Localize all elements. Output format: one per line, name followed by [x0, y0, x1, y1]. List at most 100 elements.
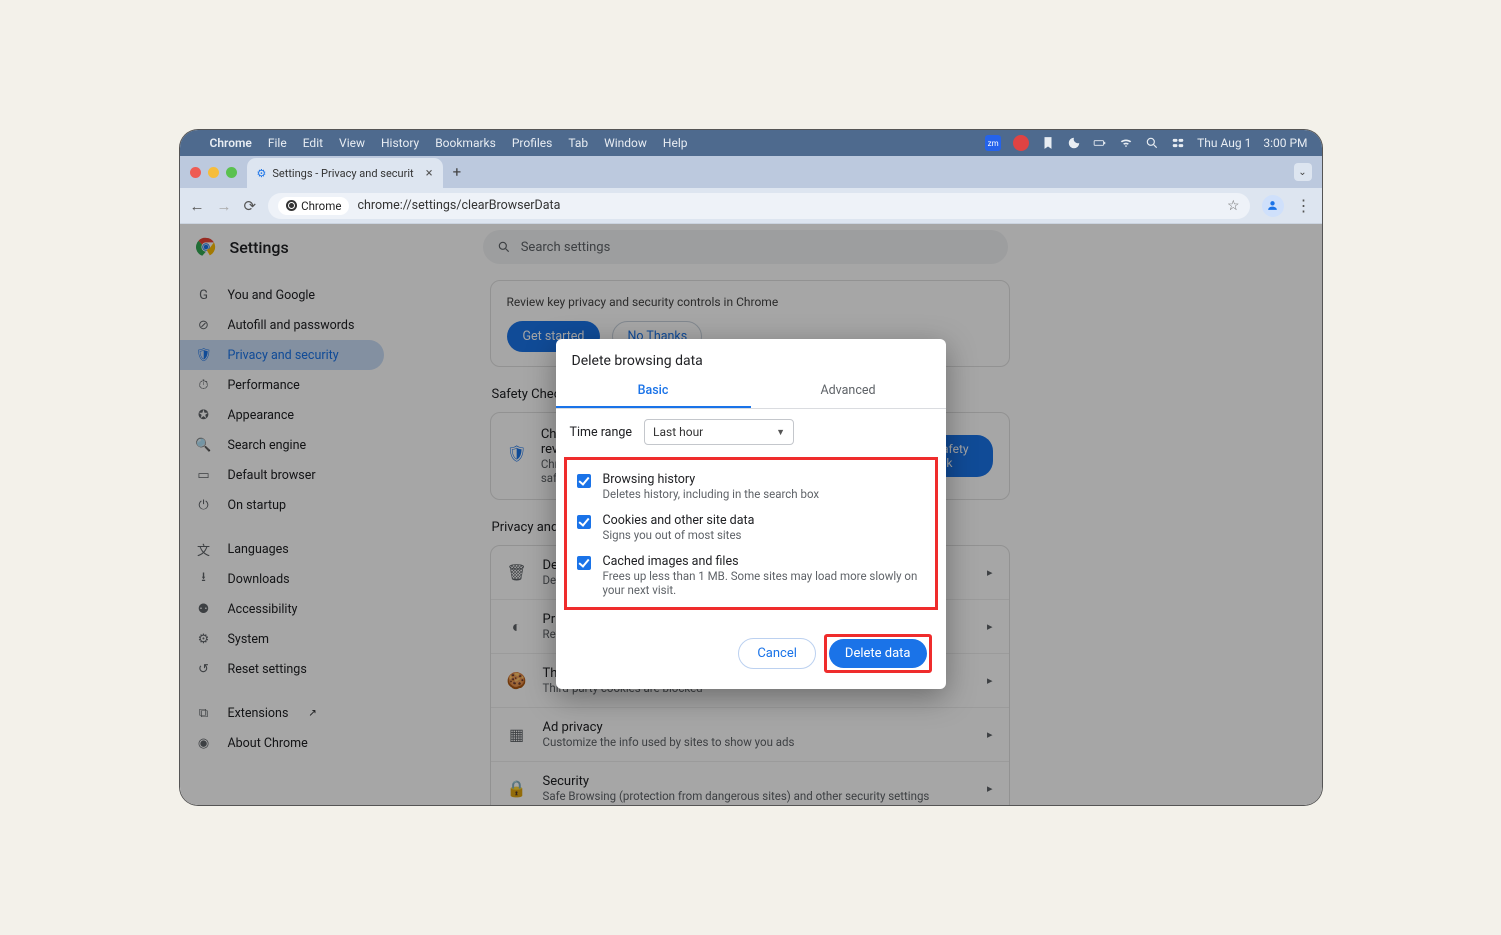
search-icon[interactable]	[1145, 136, 1159, 150]
profile-avatar[interactable]	[1262, 195, 1284, 217]
tab-basic[interactable]: Basic	[556, 375, 751, 408]
dialog-tabs: Basic Advanced	[556, 375, 946, 409]
sidebar-item-privacy[interactable]: 🛡Privacy and security	[180, 340, 384, 370]
wifi-icon[interactable]	[1119, 136, 1133, 150]
cancel-button[interactable]: Cancel	[738, 638, 816, 669]
menu-file[interactable]: File	[268, 136, 287, 150]
status-icon[interactable]	[1013, 135, 1029, 151]
key-icon: ⊘	[196, 318, 212, 333]
checkbox-icon[interactable]	[577, 515, 591, 529]
system-icon: ⚙	[196, 632, 212, 647]
menu-help[interactable]: Help	[663, 136, 688, 150]
sidebar-item-on-startup[interactable]: ⏻On startup	[180, 490, 384, 520]
menubar-date[interactable]: Thu Aug 1	[1197, 136, 1251, 150]
chevron-right-icon: ▸	[987, 674, 993, 687]
checkbox-icon[interactable]	[577, 556, 591, 570]
checklist-icon: ◐	[507, 617, 527, 637]
dialog-title: Delete browsing data	[556, 339, 946, 375]
checkbox-icon[interactable]	[577, 474, 591, 488]
minimize-window-button[interactable]	[208, 167, 219, 178]
back-button[interactable]: ←	[190, 197, 205, 215]
menubar-app[interactable]: Chrome	[210, 136, 252, 150]
reset-icon: ↺	[196, 662, 212, 677]
menu-edit[interactable]: Edit	[303, 136, 323, 150]
row-security[interactable]: 🔒SecuritySafe Browsing (protection from …	[491, 762, 1009, 805]
chevron-right-icon: ▸	[987, 782, 993, 795]
tab-title: Settings - Privacy and securit	[272, 167, 413, 180]
extension-icon: ⧉	[196, 706, 212, 721]
dropdown-arrow-icon: ▼	[776, 427, 785, 438]
search-settings-input[interactable]: Search settings	[483, 230, 1008, 264]
sidebar-item-reset[interactable]: ↺Reset settings	[180, 654, 384, 684]
checkbox-cached-images[interactable]: Cached images and filesFrees up less tha…	[573, 548, 929, 603]
accessibility-icon: ⚉	[196, 602, 212, 617]
external-link-icon: ↗	[308, 708, 316, 719]
menu-history[interactable]: History	[381, 136, 419, 150]
sidebar-item-performance[interactable]: ⏱Performance	[180, 370, 384, 400]
sidebar-item-search-engine[interactable]: 🔍Search engine	[180, 430, 384, 460]
shield-icon: 🛡	[507, 444, 527, 468]
url-bar: ← → ⟳ Chrome chrome://settings/clearBrow…	[180, 188, 1322, 224]
browser-icon: ▭	[196, 468, 212, 483]
download-icon: ⭳	[196, 568, 212, 590]
ad-icon: ▦	[507, 725, 527, 744]
browser-tab[interactable]: ⚙ Settings - Privacy and securit ×	[247, 158, 443, 188]
palette-icon: ✪	[196, 408, 212, 423]
annotation-checkbox-highlight: Browsing historyDeletes history, includi…	[564, 457, 938, 610]
annotation-delete-highlight: Delete data	[824, 634, 932, 673]
sidebar-item-extensions[interactable]: ⧉Extensions↗	[180, 698, 384, 728]
settings-title: Settings	[230, 238, 289, 257]
chrome-chip-icon	[286, 200, 297, 211]
menubar-time[interactable]: 3:00 PM	[1263, 136, 1307, 150]
checkbox-browsing-history[interactable]: Browsing historyDeletes history, includi…	[573, 466, 929, 507]
shield-icon: 🛡	[196, 348, 212, 363]
trash-icon: 🗑	[507, 563, 527, 582]
sidebar-item-about[interactable]: ◉About Chrome	[180, 728, 384, 758]
battery-icon[interactable]	[1093, 136, 1107, 150]
menu-bookmarks[interactable]: Bookmarks	[435, 136, 496, 150]
settings-sidebar: GYou and Google ⊘Autofill and passwords …	[180, 224, 390, 805]
tab-advanced[interactable]: Advanced	[751, 375, 946, 408]
translate-icon: 文	[196, 540, 212, 559]
forward-button[interactable]: →	[217, 197, 232, 215]
time-range-select[interactable]: Last hour ▼	[644, 419, 794, 445]
delete-browsing-data-dialog: Delete browsing data Basic Advanced Time…	[556, 339, 946, 689]
traffic-lights	[190, 167, 237, 178]
maximize-window-button[interactable]	[226, 167, 237, 178]
reload-button[interactable]: ⟳	[244, 197, 257, 215]
control-center-icon[interactable]	[1171, 136, 1185, 150]
moon-icon[interactable]	[1067, 136, 1081, 150]
address-bar[interactable]: Chrome chrome://settings/clearBrowserDat…	[268, 193, 1249, 219]
close-tab-icon[interactable]: ×	[426, 166, 433, 181]
sidebar-item-default-browser[interactable]: ▭Default browser	[180, 460, 384, 490]
lock-icon: 🔒	[507, 779, 527, 798]
sidebar-item-you-and-google[interactable]: GYou and Google	[180, 280, 384, 310]
chrome-menu-button[interactable]: ⋮	[1296, 196, 1312, 215]
sidebar-item-system[interactable]: ⚙System	[180, 624, 384, 654]
site-chip[interactable]: Chrome	[278, 197, 349, 215]
sidebar-item-appearance[interactable]: ✪Appearance	[180, 400, 384, 430]
zoom-icon[interactable]: zm	[985, 135, 1001, 151]
menu-window[interactable]: Window	[604, 136, 647, 150]
bookmark-icon[interactable]	[1041, 136, 1055, 150]
settings-header: Settings Search settings	[180, 224, 1322, 270]
delete-data-button[interactable]: Delete data	[829, 639, 927, 668]
sidebar-item-downloads[interactable]: ⭳Downloads	[180, 564, 384, 594]
search-placeholder: Search settings	[521, 240, 611, 255]
close-window-button[interactable]	[190, 167, 201, 178]
sidebar-item-languages[interactable]: 文Languages	[180, 534, 384, 564]
menu-profiles[interactable]: Profiles	[512, 136, 553, 150]
sidebar-item-accessibility[interactable]: ⚉Accessibility	[180, 594, 384, 624]
checkbox-cookies[interactable]: Cookies and other site dataSigns you out…	[573, 507, 929, 548]
power-icon: ⏻	[196, 498, 212, 513]
row-ad-privacy[interactable]: ▦Ad privacyCustomize the info used by si…	[491, 708, 1009, 762]
tab-favicon-gear-icon: ⚙	[257, 167, 267, 180]
speed-icon: ⏱	[196, 378, 212, 393]
sidebar-item-autofill[interactable]: ⊘Autofill and passwords	[180, 310, 384, 340]
menu-view[interactable]: View	[339, 136, 365, 150]
bookmark-star-icon[interactable]: ☆	[1227, 198, 1240, 214]
guide-text: Review key privacy and security controls…	[507, 295, 993, 309]
tabs-dropdown-button[interactable]: ⌄	[1294, 163, 1312, 181]
new-tab-button[interactable]: +	[453, 163, 462, 181]
menu-tab[interactable]: Tab	[568, 136, 588, 150]
